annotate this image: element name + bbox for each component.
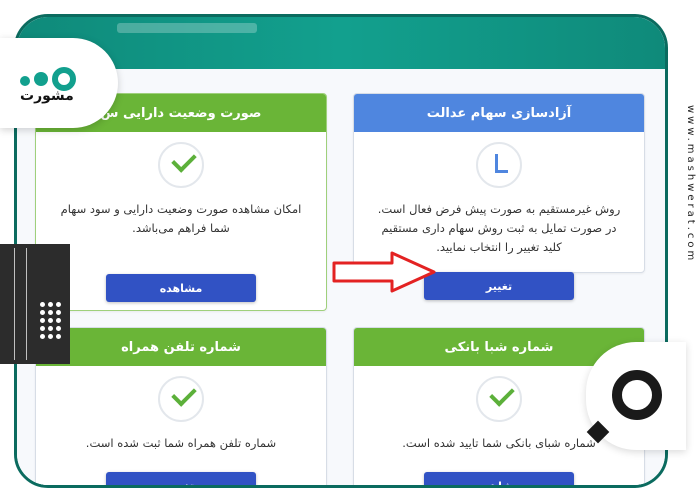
brand-logo [0,38,118,128]
logo-dot [34,72,48,86]
site-header-bar [17,17,665,69]
logo-ring-icon [612,370,662,420]
card-description: امکان مشاهده صورت وضعیت دارایی و سود سها… [60,202,302,235]
card-azadsazi-sahm-edalat: آزادسازی سهام عدالت روش غیرمستقیم به صور… [353,93,645,273]
card-description: روش غیرمستقیم به صورت پیش فرض فعال است. … [377,202,621,254]
check-icon [158,376,204,422]
view-button[interactable]: مشاهده [106,274,256,302]
watermark-logo [586,342,686,450]
decorative-dot-panel [0,244,70,364]
clock-icon [476,142,522,188]
view-button[interactable]: مشاهده [424,472,574,485]
check-icon [476,376,522,422]
brand-name: مشورت [20,88,74,104]
card-description: شماره تلفن همراه شما ثبت شده است. [85,436,277,450]
check-icon [158,142,204,188]
change-button[interactable]: تغییر [424,272,574,300]
card-description: شماره شبای بانکی شما تایید شده است. [402,436,596,450]
logo-dot [20,76,30,86]
card-title: شماره تلفن همراه [36,328,326,366]
card-mobile-number: شماره تلفن همراه شماره تلفن همراه شما ثب… [35,327,327,485]
change-button[interactable]: تغییر [106,472,256,485]
red-arrow-annotation [332,251,436,293]
card-title: آزادسازی سهام عدالت [354,94,644,132]
header-faded-text [117,23,257,33]
site-url-vertical: www.mashwerat.com [685,105,696,264]
